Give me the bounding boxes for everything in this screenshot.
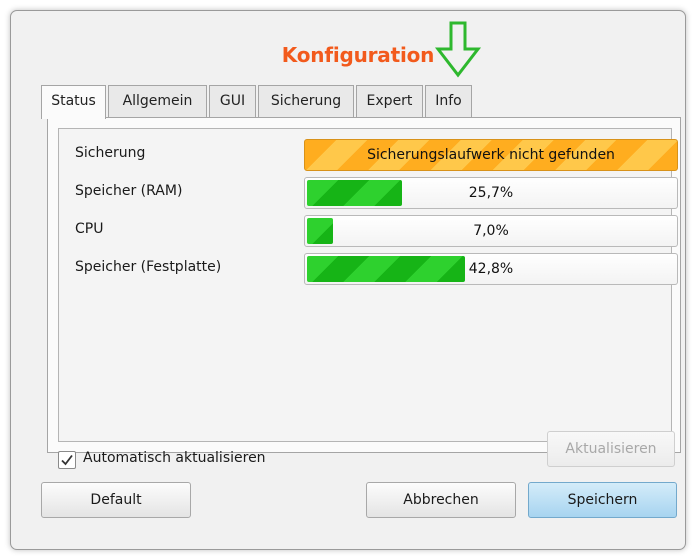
tab-sicherung[interactable]: Sicherung bbox=[258, 85, 354, 117]
auto-update-label: Automatisch aktualisieren bbox=[83, 450, 266, 466]
config-window: Konfiguration Status Allgemein GUI Siche… bbox=[10, 10, 686, 550]
tab-info[interactable]: Info bbox=[425, 85, 472, 117]
tab-gui[interactable]: GUI bbox=[209, 85, 256, 117]
status-panel: Sicherung Sicherungslaufwerk nicht gefun… bbox=[47, 117, 681, 453]
save-button[interactable]: Speichern bbox=[528, 482, 677, 518]
tab-expert[interactable]: Expert bbox=[356, 85, 423, 117]
tab-label: GUI bbox=[219, 93, 246, 109]
ram-progress-value: 25,7% bbox=[468, 185, 514, 201]
row-label-cpu: CPU bbox=[75, 221, 104, 237]
tab-allgemein[interactable]: Allgemein bbox=[108, 85, 207, 117]
row-label-sicherung: Sicherung bbox=[75, 145, 146, 161]
checkmark-icon bbox=[61, 454, 73, 466]
row-label-disk: Speicher (Festplatte) bbox=[75, 259, 222, 275]
cancel-button[interactable]: Abbrechen bbox=[366, 482, 516, 518]
tab-status[interactable]: Status bbox=[41, 85, 106, 119]
auto-update-checkbox[interactable] bbox=[58, 451, 76, 469]
tab-label: Info bbox=[435, 93, 462, 109]
window-title: Konfiguration bbox=[281, 43, 435, 67]
cpu-progress-value: 7,0% bbox=[473, 223, 509, 239]
status-list: Sicherung Sicherungslaufwerk nicht gefun… bbox=[58, 128, 678, 442]
arrow-down-icon bbox=[434, 21, 482, 78]
backup-status-bar: Sicherungslaufwerk nicht gefunden bbox=[304, 139, 678, 171]
tab-label: Allgemein bbox=[122, 93, 193, 109]
disk-progress-bar: 42,8% bbox=[304, 253, 678, 285]
tab-label: Expert bbox=[366, 93, 413, 109]
default-button[interactable]: Default bbox=[41, 482, 191, 518]
backup-status-text: Sicherungslaufwerk nicht gefunden bbox=[367, 147, 615, 163]
ram-progress-bar: 25,7% bbox=[304, 177, 678, 209]
refresh-button[interactable]: Aktualisieren bbox=[547, 431, 675, 467]
tab-label: Sicherung bbox=[270, 93, 342, 109]
disk-progress-value: 42,8% bbox=[468, 261, 514, 277]
row-label-ram: Speicher (RAM) bbox=[75, 183, 183, 199]
tab-label: Status bbox=[51, 93, 96, 109]
cpu-progress-bar: 7,0% bbox=[304, 215, 678, 247]
